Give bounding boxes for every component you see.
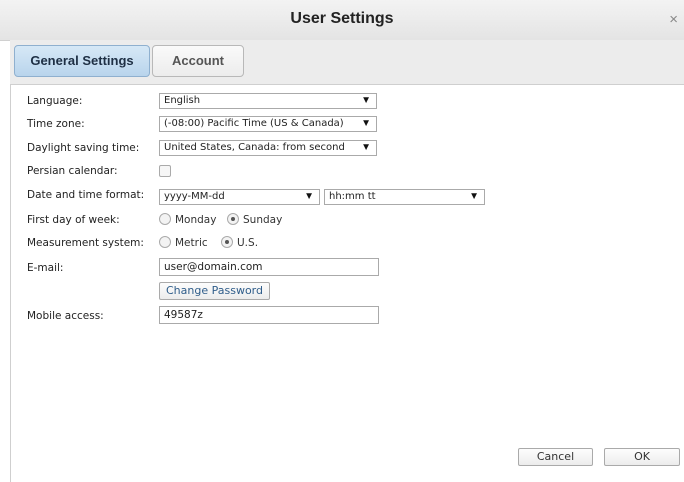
chevron-down-icon: ▼ bbox=[361, 142, 371, 153]
language-value: English bbox=[164, 95, 201, 106]
persian-calendar-label: Persian calendar: bbox=[27, 165, 118, 177]
sunday-label: Sunday bbox=[243, 214, 283, 226]
chevron-down-icon: ▼ bbox=[361, 95, 371, 106]
title-bar: User Settings × bbox=[0, 0, 684, 41]
tab-account[interactable]: Account bbox=[152, 45, 244, 77]
us-radio[interactable] bbox=[221, 236, 233, 248]
monday-label: Monday bbox=[175, 214, 217, 226]
cancel-button[interactable]: Cancel bbox=[518, 448, 593, 466]
sunday-radio[interactable] bbox=[227, 213, 239, 225]
dst-select[interactable]: United States, Canada: from second ▼ bbox=[159, 140, 377, 156]
time-zone-value: (-08:00) Pacific Time (US & Canada) bbox=[164, 118, 344, 129]
time-format-value: hh:mm tt bbox=[329, 191, 376, 202]
metric-label: Metric bbox=[175, 237, 208, 249]
first-day-label: First day of week: bbox=[27, 214, 120, 226]
close-icon[interactable]: × bbox=[669, 12, 678, 27]
email-field[interactable] bbox=[159, 258, 379, 276]
change-password-button[interactable]: Change Password bbox=[159, 282, 270, 300]
us-label: U.S. bbox=[237, 237, 259, 249]
dst-value: United States, Canada: from second bbox=[164, 142, 345, 153]
dst-label: Daylight saving time: bbox=[27, 142, 140, 154]
chevron-down-icon: ▼ bbox=[469, 191, 479, 202]
persian-calendar-checkbox[interactable] bbox=[159, 165, 171, 177]
language-label: Language: bbox=[27, 95, 83, 107]
measurement-label: Measurement system: bbox=[27, 237, 144, 249]
language-select[interactable]: English ▼ bbox=[159, 93, 377, 109]
date-format-select[interactable]: yyyy-MM-dd ▼ bbox=[159, 189, 320, 205]
chevron-down-icon: ▼ bbox=[304, 191, 314, 202]
time-zone-label: Time zone: bbox=[27, 118, 85, 130]
email-label: E-mail: bbox=[27, 262, 64, 274]
mobile-access-field[interactable] bbox=[159, 306, 379, 324]
date-format-value: yyyy-MM-dd bbox=[164, 191, 225, 202]
time-format-select[interactable]: hh:mm tt ▼ bbox=[324, 189, 485, 205]
time-zone-select[interactable]: (-08:00) Pacific Time (US & Canada) ▼ bbox=[159, 116, 377, 132]
ok-button[interactable]: OK bbox=[604, 448, 680, 466]
metric-radio[interactable] bbox=[159, 236, 171, 248]
chevron-down-icon: ▼ bbox=[361, 118, 371, 129]
monday-radio[interactable] bbox=[159, 213, 171, 225]
datetime-format-label: Date and time format: bbox=[27, 189, 145, 201]
tab-general-settings[interactable]: General Settings bbox=[14, 45, 150, 77]
tab-bar: General Settings Account bbox=[10, 40, 684, 85]
window-title: User Settings bbox=[290, 10, 394, 27]
mobile-access-label: Mobile access: bbox=[27, 310, 104, 322]
